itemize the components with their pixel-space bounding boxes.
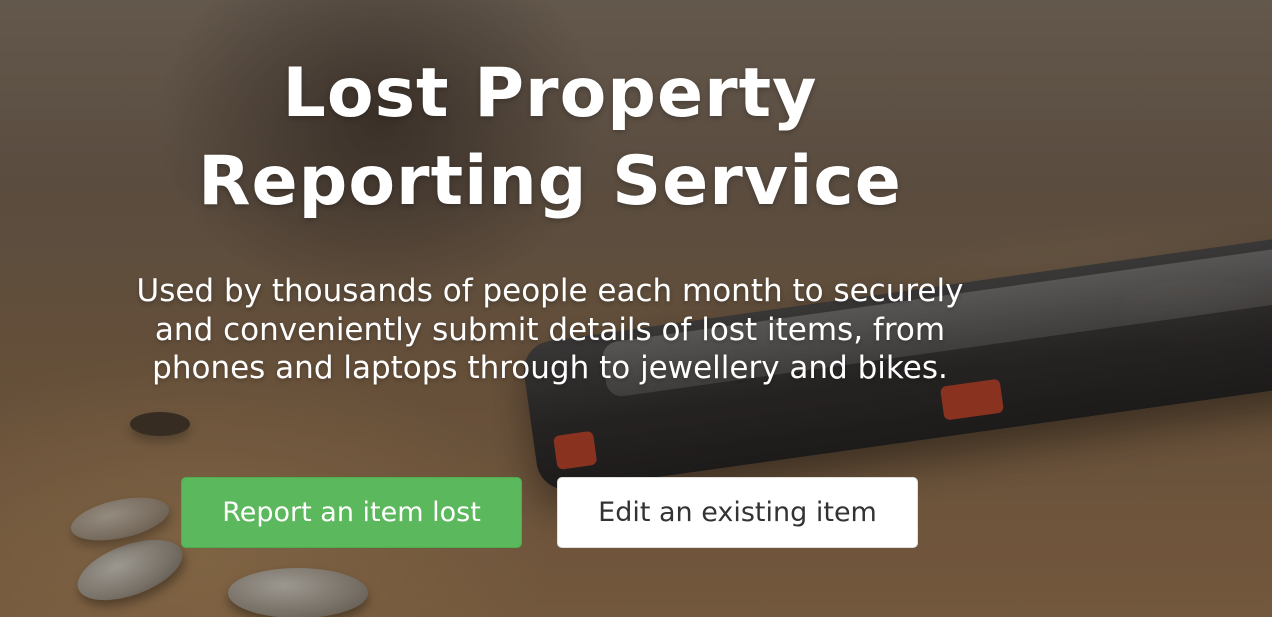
hero-section: Lost Property Reporting Service Used by … <box>0 0 1272 617</box>
report-item-lost-button[interactable]: Report an item lost <box>181 477 522 548</box>
page-title: Lost Property Reporting Service <box>100 50 1000 226</box>
edit-existing-item-button[interactable]: Edit an existing item <box>557 477 918 548</box>
hero-description: Used by thousands of people each month t… <box>136 273 964 386</box>
title-line-1: Lost Property <box>282 54 818 133</box>
title-line-2: Reporting Service <box>198 142 902 221</box>
